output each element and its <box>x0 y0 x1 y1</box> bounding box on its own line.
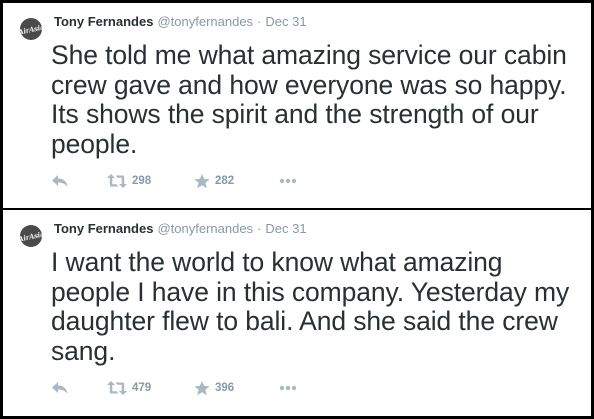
avatar[interactable]: AirAsia <box>20 18 42 40</box>
retweet-count: 298 <box>132 175 152 187</box>
retweet-button[interactable]: 298 <box>107 171 151 191</box>
favorite-button[interactable]: 396 <box>194 378 234 398</box>
retweet-count: 479 <box>132 382 152 394</box>
tweet-actions: 479 396 <box>51 378 351 398</box>
retweet-icon <box>107 174 127 188</box>
screenshot-frame: AirAsia Tony Fernandes @tonyfernandes · Dec… <box>0 0 594 419</box>
tweet-header: Tony Fernandes @tonyfernandes · Dec 31 <box>54 221 307 237</box>
reply-arrow-icon <box>52 175 68 187</box>
reply-button[interactable] <box>51 378 69 398</box>
favorite-button[interactable]: 282 <box>194 171 234 191</box>
tweet-timestamp[interactable]: Dec 31 <box>265 14 306 29</box>
ellipsis-icon <box>279 385 297 391</box>
airasia-logo-text: AirAsia <box>20 21 42 37</box>
star-icon <box>194 380 210 395</box>
reply-button[interactable] <box>51 171 69 191</box>
header-separator: · <box>257 14 262 29</box>
tweet-actions: 298 282 <box>51 171 351 191</box>
favorite-count: 396 <box>215 382 235 394</box>
tweet[interactable]: AirAsia Tony Fernandes @tonyfernandes · Dec… <box>3 3 591 208</box>
star-icon <box>194 173 210 188</box>
tweet-text: I want the world to know what amazing pe… <box>51 247 570 366</box>
retweet-button[interactable]: 479 <box>107 378 151 398</box>
header-separator: · <box>257 221 262 236</box>
retweet-icon <box>107 381 127 395</box>
reply-arrow-icon <box>52 382 68 394</box>
author-name[interactable]: Tony Fernandes <box>54 14 153 29</box>
tweet-timestamp[interactable]: Dec 31 <box>265 221 306 236</box>
more-button[interactable] <box>279 171 297 191</box>
favorite-count: 282 <box>215 175 235 187</box>
tweet[interactable]: AirAsia Tony Fernandes @tonyfernandes · Dec… <box>3 210 591 416</box>
avatar[interactable]: AirAsia <box>20 225 42 247</box>
tweet-header: Tony Fernandes @tonyfernandes · Dec 31 <box>54 14 307 30</box>
author-handle[interactable]: @tonyfernandes <box>157 221 253 236</box>
ellipsis-icon <box>279 178 297 184</box>
author-name[interactable]: Tony Fernandes <box>54 221 153 236</box>
tweet-text: She told me what amazing service our cab… <box>51 40 567 159</box>
author-handle[interactable]: @tonyfernandes <box>157 14 253 29</box>
airasia-logo-text: AirAsia <box>20 228 42 244</box>
more-button[interactable] <box>279 378 297 398</box>
